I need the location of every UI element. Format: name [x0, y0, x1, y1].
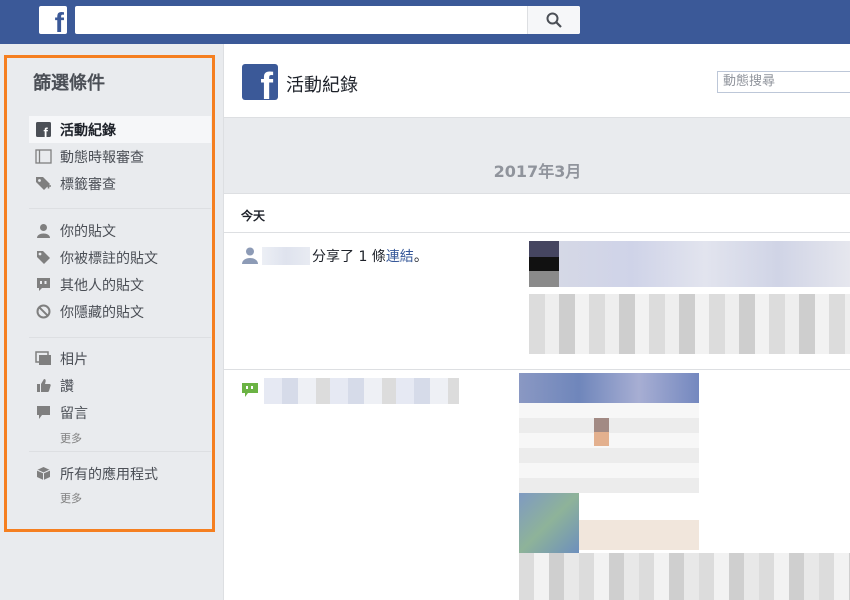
tag-icon: [35, 249, 52, 266]
sidebar-item-tag-review[interactable]: 標籤審查: [29, 170, 211, 197]
entry-description: 分享了 1 條連結。: [312, 249, 428, 265]
sidebar-item-label: 所有的應用程式: [60, 466, 158, 483]
photos-icon: [35, 350, 52, 367]
quote-icon: [35, 276, 52, 293]
activity-search-input[interactable]: 動態搜尋: [717, 71, 850, 93]
sidebar-item-label: 其他人的貼文: [60, 277, 144, 294]
comment-quote-icon: [242, 383, 258, 397]
global-search-input[interactable]: [75, 6, 580, 34]
facebook-logo[interactable]: f: [39, 6, 67, 37]
comment-icon: [35, 404, 52, 421]
sidebar-more-link[interactable]: 更多: [60, 490, 82, 506]
page-title: 活動紀錄: [286, 75, 358, 96]
sidebar-item-timeline-review[interactable]: 動態時報審查: [29, 143, 211, 170]
sidebar-item-others-posts[interactable]: 其他人的貼文: [29, 271, 211, 298]
day-header: 今天: [224, 193, 850, 233]
sidebar-item-activity-log[interactable]: f 活動紀錄: [29, 116, 211, 143]
sidebar-item-label: 相片: [60, 351, 88, 368]
sidebar-item-label: 讚: [60, 378, 74, 395]
sidebar-item-hidden-posts[interactable]: 你隱藏的貼文: [29, 298, 211, 325]
sidebar-divider: [29, 208, 211, 209]
person-icon: [35, 222, 52, 239]
sidebar-divider: [29, 451, 211, 452]
apps-cube-icon: [35, 465, 52, 482]
blurred-preview: [529, 241, 559, 257]
facebook-icon: f: [35, 121, 52, 138]
panel-header: f 活動紀錄 動態搜尋: [224, 44, 850, 118]
sidebar-divider: [29, 337, 211, 338]
svg-text:f: f: [44, 125, 49, 137]
sidebar-item-comments[interactable]: 留言: [29, 399, 211, 426]
sidebar-item-your-posts[interactable]: 你的貼文: [29, 217, 211, 244]
sidebar-item-likes[interactable]: 讚: [29, 372, 211, 399]
hidden-icon: [35, 303, 52, 320]
blurred-name: [262, 247, 310, 265]
search-icon: [546, 12, 562, 28]
activity-entry: [224, 370, 850, 600]
person-icon: [242, 247, 258, 264]
sidebar-item-label: 你的貼文: [60, 223, 116, 240]
facebook-logo-icon: f: [242, 64, 278, 100]
sidebar-item-label: 你被標註的貼文: [60, 250, 158, 267]
sidebar-item-tagged-posts[interactable]: 你被標註的貼文: [29, 244, 211, 271]
timeline-icon: [35, 148, 52, 165]
sidebar-item-all-apps[interactable]: 所有的應用程式: [29, 460, 211, 487]
activity-entry: 分享了 1 條連結。: [224, 234, 850, 370]
search-button[interactable]: [527, 6, 580, 34]
sidebar-item-label: 活動紀錄: [60, 122, 116, 139]
sidebar-more-link[interactable]: 更多: [60, 430, 82, 446]
blurred-name: [264, 378, 459, 404]
top-navigation-bar: f: [0, 0, 850, 44]
activity-log-panel: f 活動紀錄 動態搜尋 2017年3月 今天 分享了 1 條連結。: [223, 44, 850, 600]
sidebar-item-photos[interactable]: 相片: [29, 345, 211, 372]
sidebar-item-label: 動態時報審查: [60, 149, 144, 166]
blurred-preview: [519, 373, 699, 403]
filter-title: 篩選條件: [33, 73, 105, 94]
tag-review-icon: [35, 175, 52, 192]
sidebar-item-label: 標籤審查: [60, 176, 116, 193]
sidebar-item-label: 你隱藏的貼文: [60, 304, 144, 321]
sidebar-item-label: 留言: [60, 405, 88, 422]
day-label: 今天: [241, 209, 266, 223]
month-heading: 2017年3月: [493, 162, 582, 181]
shared-link[interactable]: 連結: [386, 249, 414, 265]
month-section: 2017年3月: [224, 118, 850, 193]
like-icon: [35, 377, 52, 394]
